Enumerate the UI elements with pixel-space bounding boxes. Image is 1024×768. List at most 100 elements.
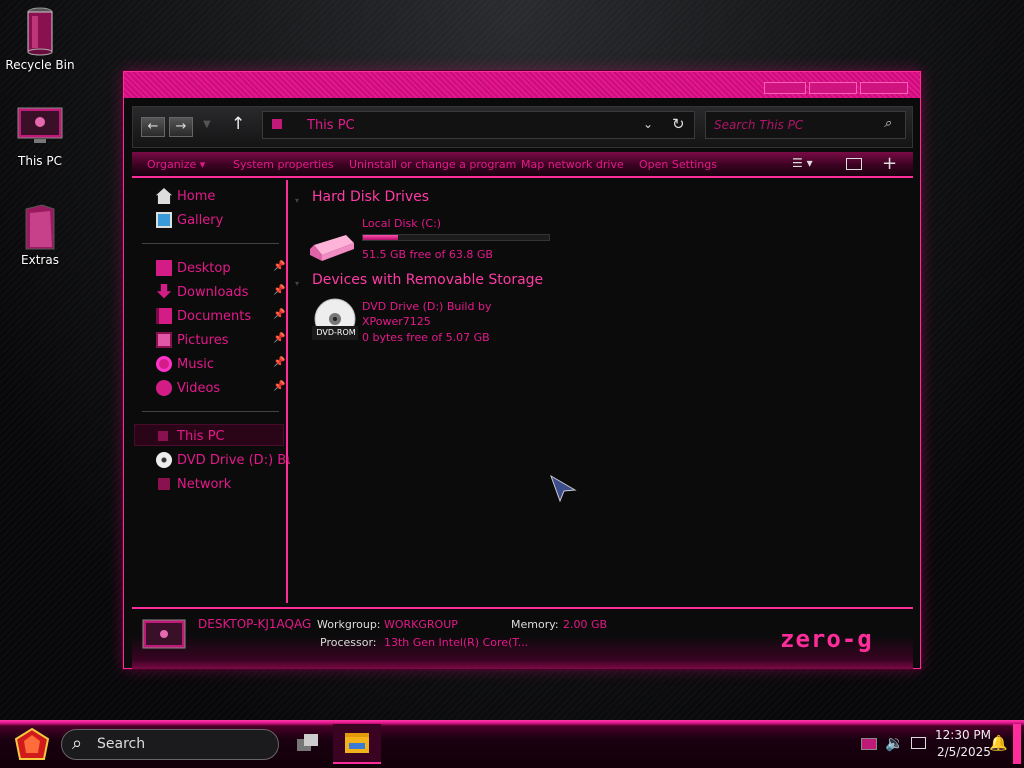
drive-c-item[interactable]: Local Disk (C:) 51.5 GB free of 63.8 GB	[308, 215, 550, 263]
refresh-icon[interactable]: ↻	[672, 115, 685, 133]
pin-icon[interactable]: 📌	[273, 285, 285, 296]
explorer-window: ← → ▼ ↑ This PC ⌄ ↻ Search This PC ⌕ Org…	[123, 71, 921, 669]
nav-item-gallery[interactable]: Gallery	[156, 210, 223, 230]
system-properties-button[interactable]: System properties	[233, 158, 334, 171]
recent-dropdown-icon[interactable]: ▼	[203, 119, 211, 130]
search-input[interactable]: Search This PC ⌕	[705, 111, 906, 139]
volume-icon[interactable]: 🔉	[885, 734, 904, 752]
notification-bell-icon[interactable]: 🔔	[989, 734, 1008, 752]
folder-icon	[25, 204, 55, 250]
home-icon	[156, 188, 172, 204]
hard-drive-icon	[310, 235, 354, 261]
maximize-button[interactable]	[809, 82, 857, 94]
memory-label: Memory:	[511, 618, 559, 631]
desktop-icon-extras[interactable]: Extras	[0, 203, 80, 267]
network-icon	[158, 478, 170, 490]
brand-logo: zero-g	[780, 625, 873, 653]
music-icon	[156, 356, 172, 372]
pin-icon[interactable]: 📌	[273, 261, 285, 272]
pin-icon[interactable]: 📌	[273, 381, 285, 392]
network-tray-icon[interactable]	[861, 738, 877, 750]
nav-item-this-pc[interactable]: This PC	[156, 426, 225, 446]
address-text: This PC	[307, 118, 355, 133]
desktop-icon-this-pc[interactable]: This PC	[0, 106, 80, 168]
nav-item-dvd-drive[interactable]: DVD Drive (D:) Buil	[156, 450, 302, 470]
open-settings-button[interactable]: Open Settings	[639, 158, 717, 171]
nav-item-music[interactable]: Music	[156, 354, 214, 374]
group-header-hard-disk[interactable]: Hard Disk Drives	[312, 189, 429, 205]
nav-item-downloads[interactable]: Downloads	[156, 282, 248, 302]
forward-button[interactable]: →	[169, 117, 193, 137]
nav-item-documents[interactable]: Documents	[156, 306, 251, 326]
dvd-rom-icon	[312, 298, 358, 340]
new-item-icon[interactable]: +	[882, 153, 897, 174]
desktop-folder-icon	[156, 260, 172, 276]
nav-item-network[interactable]: Network	[156, 474, 231, 494]
address-bar[interactable]: This PC ⌄ ↻	[262, 111, 695, 139]
taskbar-search-label: Search	[97, 736, 146, 752]
nav-item-pictures[interactable]: Pictures	[156, 330, 228, 350]
pin-icon[interactable]: 📌	[273, 333, 285, 344]
downloads-icon	[156, 284, 172, 299]
this-pc-small-icon	[272, 119, 282, 129]
search-placeholder: Search This PC	[714, 118, 804, 132]
drive-d-name-line1: DVD Drive (D:) Build by	[362, 300, 492, 313]
uninstall-button[interactable]: Uninstall or change a program	[349, 158, 516, 171]
computer-name: DESKTOP-KJ1AQAG	[198, 617, 312, 631]
drive-c-name: Local Disk (C:)	[362, 217, 442, 230]
show-desktop-strip[interactable]	[1013, 724, 1021, 764]
display-icon[interactable]	[911, 737, 926, 749]
search-icon: ⌕	[884, 116, 892, 131]
desktop-icon-recycle-bin[interactable]: Recycle Bin	[0, 6, 80, 72]
command-bar: Organize ▾ System properties Uninstall o…	[132, 152, 913, 178]
desktop-icon-label: Recycle Bin	[5, 58, 75, 72]
file-explorer-taskbar-button[interactable]	[333, 724, 381, 764]
nav-item-desktop[interactable]: Desktop	[156, 258, 231, 278]
drive-d-item[interactable]: DVD-ROM DVD Drive (D:) Build by XPower71…	[308, 298, 548, 348]
organize-button[interactable]: Organize ▾	[147, 158, 205, 171]
nav-item-videos[interactable]: Videos	[156, 378, 220, 398]
monitor-icon	[17, 107, 63, 143]
drive-c-usage-fill	[363, 235, 399, 240]
details-pane: DESKTOP-KJ1AQAG Workgroup: WORKGROUP Mem…	[132, 607, 913, 669]
desktop-icon-label: Extras	[21, 253, 59, 267]
documents-icon	[156, 308, 172, 324]
pictures-icon	[156, 332, 172, 348]
memory-value: 2.00 GB	[563, 618, 608, 631]
taskbar-search[interactable]: ⌕ Search	[61, 729, 279, 760]
clock-time[interactable]: 12:30 PM	[935, 728, 991, 742]
chevron-down-icon[interactable]: ⌄	[643, 117, 653, 131]
title-bar[interactable]	[124, 72, 920, 98]
processor-label: Processor:	[320, 636, 377, 649]
recycle-bin-icon	[27, 7, 53, 56]
up-button[interactable]: ↑	[231, 114, 245, 134]
processor-value: 13th Gen Intel(R) Core(T...	[384, 636, 529, 649]
videos-icon	[156, 380, 172, 396]
nav-separator	[142, 243, 279, 244]
start-button[interactable]	[12, 725, 52, 765]
map-network-drive-button[interactable]: Map network drive	[521, 158, 624, 171]
navigation-bar: ← → ▼ ↑ This PC ⌄ ↻ Search This PC ⌕	[132, 106, 913, 148]
preview-pane-icon[interactable]	[846, 158, 862, 170]
pin-icon[interactable]: 📌	[273, 309, 285, 320]
group-header-removable[interactable]: Devices with Removable Storage	[312, 272, 543, 288]
close-button[interactable]	[860, 82, 908, 94]
nav-item-home[interactable]: Home	[156, 186, 215, 206]
dvd-icon	[156, 452, 172, 468]
drive-d-name-line2: XPower7125	[362, 315, 431, 328]
computer-icon	[142, 619, 186, 649]
drive-d-free: 0 bytes free of 5.07 GB	[362, 331, 490, 344]
this-pc-icon	[158, 431, 168, 441]
workgroup-label: Workgroup:	[317, 618, 381, 631]
collapse-caret-icon[interactable]: ▾	[295, 196, 299, 205]
mouse-cursor-icon	[550, 474, 577, 502]
collapse-caret-icon[interactable]: ▾	[295, 279, 299, 288]
drive-c-usage-bar	[362, 234, 550, 241]
clock-date[interactable]: 2/5/2025	[937, 745, 991, 759]
content-pane: ▾ Hard Disk Drives Local Disk (C:) 51.5 …	[290, 180, 913, 603]
pin-icon[interactable]: 📌	[273, 357, 285, 368]
view-options-icon[interactable]: ☰ ▾	[792, 156, 813, 170]
back-button[interactable]: ←	[141, 117, 165, 137]
minimize-button[interactable]	[764, 82, 806, 94]
task-view-icon[interactable]	[297, 734, 319, 752]
